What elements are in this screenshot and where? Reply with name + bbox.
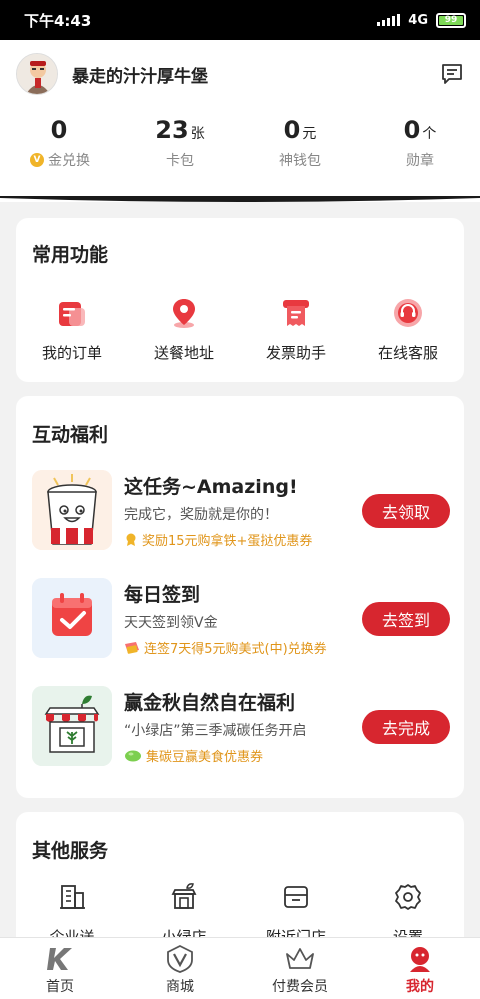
gear-icon	[395, 884, 421, 910]
common-functions-card: 常用功能 我的订单 送餐地址 发票助手 在线客服	[16, 218, 464, 382]
claim-button[interactable]: 去领取	[362, 494, 450, 528]
tab-mall[interactable]: 商城	[120, 938, 240, 999]
battery-level: 99	[444, 15, 458, 25]
section-title: 互动福利	[32, 424, 109, 446]
status-time: 下午4:43	[24, 11, 92, 30]
bottom-nav: 首页 商城 付费会员 我的	[0, 937, 480, 999]
task-amazing[interactable]: 这任务~Amazing! 完成它，奖励就是你的！ 奖励15元购拿铁+蛋挞优惠券 …	[32, 470, 452, 554]
v-shield-icon	[167, 944, 193, 973]
task-reward: 集碳豆赢美食优惠券	[124, 746, 263, 765]
network-type: 4G	[408, 12, 428, 28]
green-store-image	[32, 686, 112, 766]
stat-v-gold[interactable]: 0 V 金兑换	[0, 116, 120, 170]
stat-card-pack[interactable]: 23 张 卡包	[120, 116, 240, 170]
task-autumn-welfare[interactable]: 赢金秋自然自在福利 “小绿店”第三季减碳任务开启 集碳豆赢美食优惠券 去完成	[32, 686, 452, 770]
func-online-service[interactable]: 在线客服	[352, 296, 464, 363]
func-my-orders[interactable]: 我的订单	[16, 296, 128, 363]
profile-icon	[410, 947, 430, 972]
task-reward: 连签7天得5元购美式(中)兑换券	[124, 638, 327, 657]
tab-mine[interactable]: 我的	[360, 938, 480, 999]
signal-icon	[377, 14, 401, 26]
v-coin-icon: V	[30, 153, 44, 167]
section-title: 常用功能	[32, 244, 109, 266]
order-icon	[59, 302, 85, 326]
stat-medals[interactable]: 0个 勋章	[360, 116, 480, 170]
medal-icon	[126, 533, 136, 546]
task-desc: 完成它，奖励就是你的！	[124, 507, 278, 523]
profile-header: 暴走的汁汁厚牛堡 0 V 金兑换 23 张 卡包 0元 神钱包 0个 勋章	[0, 40, 480, 202]
task-desc: “小绿店”第三季减碳任务开启	[124, 723, 307, 739]
stat-wallet[interactable]: 0元 神钱包	[240, 116, 360, 170]
task-title: 赢金秋自然自在福利	[124, 692, 296, 714]
task-title: 这任务~Amazing!	[124, 476, 298, 498]
invoice-icon	[283, 300, 309, 326]
message-icon[interactable]	[440, 62, 464, 86]
task-title: 每日签到	[124, 584, 201, 606]
tab-home[interactable]: 首页	[0, 938, 120, 999]
task-desc: 天天签到领V金	[124, 615, 218, 631]
battery-icon: 99	[436, 12, 466, 28]
username[interactable]: 暴走的汁汁厚牛堡	[72, 62, 208, 87]
checkin-button[interactable]: 去签到	[362, 602, 450, 636]
green-store-icon	[171, 883, 197, 909]
building-icon	[60, 885, 85, 909]
func-delivery-address[interactable]: 送餐地址	[128, 296, 240, 363]
header-divider	[0, 196, 480, 202]
popcorn-bucket-image	[32, 470, 112, 550]
location-pin-icon	[173, 299, 195, 328]
headset-icon	[394, 299, 422, 327]
crown-icon	[286, 948, 314, 969]
section-title: 其他服务	[32, 840, 109, 862]
task-reward: 奖励15元购拿铁+蛋挞优惠券	[124, 530, 312, 549]
task-daily-checkin[interactable]: 每日签到 天天签到领V金 连签7天得5元购美式(中)兑换券 去签到	[32, 578, 452, 662]
store-icon	[284, 886, 308, 908]
welfare-card: 互动福利 这任务~Amazing! 完成它，奖励就是你的！ 奖励15元购拿铁+蛋…	[16, 396, 464, 798]
avatar[interactable]	[16, 53, 58, 95]
carbon-bean-icon	[125, 750, 141, 761]
complete-button[interactable]: 去完成	[362, 710, 450, 744]
func-invoice-assistant[interactable]: 发票助手	[240, 296, 352, 363]
tab-paid-membership[interactable]: 付费会员	[240, 938, 360, 999]
k-logo-icon	[47, 948, 72, 970]
ticket-icon	[125, 641, 139, 654]
calendar-check-image	[32, 578, 112, 658]
status-bar: 下午4:43 4G 99	[0, 0, 480, 40]
stats-row: 0 V 金兑换 23 张 卡包 0元 神钱包 0个 勋章	[0, 116, 480, 170]
